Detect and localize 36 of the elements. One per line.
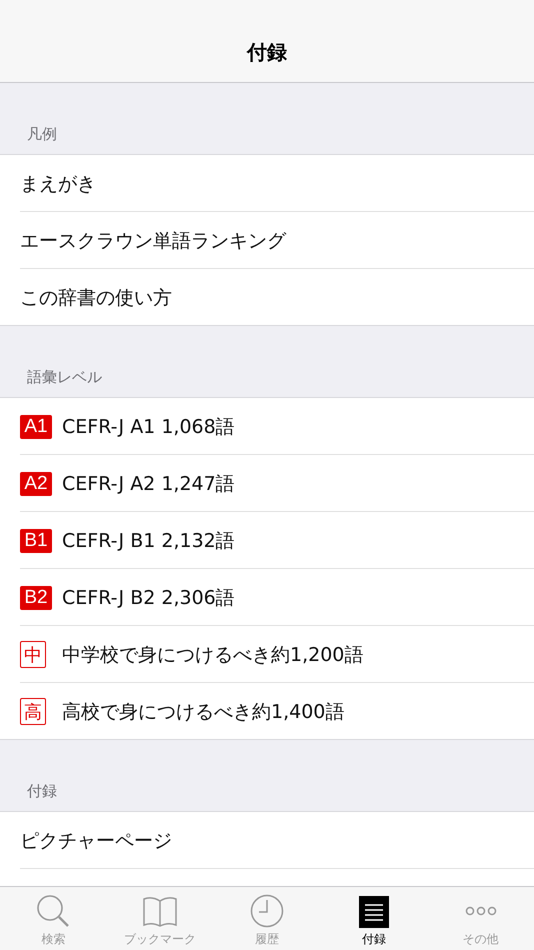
nav-title: 付録 [247,39,287,66]
row-label: 中学校で身につけるべき約1,200語 [62,642,364,668]
list-row[interactable]: A1 CEFR-J A1 1,068語 [0,398,534,455]
list-row[interactable]: まえがき [0,155,534,212]
list-row[interactable]: A2 CEFR-J A2 1,247語 [0,455,534,512]
list-icon [358,896,389,928]
section-title: 語彙レベル [27,368,102,387]
level-badge: A1 [20,414,52,438]
list-row[interactable]: 高 高校で身につけるべき約1,400語 [0,683,534,740]
level-badge: A2 [20,472,52,496]
list-row[interactable]: ピクチャーページ [0,812,534,869]
list-row[interactable]: B2 CEFR-J B2 2,306語 [0,569,534,626]
list-row[interactable]: エースクラウン単語ランキング [0,212,534,269]
tab-item[interactable]: 付録 [320,887,428,950]
level-badge: B2 [20,586,52,610]
search-icon [36,894,70,928]
level-badge: 高 [20,698,46,725]
row-label: CEFR-J B2 2,306語 [62,586,235,610]
level-badge: 中 [20,641,46,668]
section-title: 凡例 [27,125,57,144]
book-icon [142,896,178,928]
clock-icon [250,894,284,928]
row-label: CEFR-J A1 1,068語 [62,414,235,440]
row-label: CEFR-J B1 2,132語 [62,528,235,554]
section-title: 付録 [27,782,57,801]
row-label: CEFR-J A2 1,247語 [62,472,235,496]
row-label: この辞書の使い方 [20,286,172,310]
list-row[interactable]: 中 中学校で身につけるべき約1,200語 [0,626,534,683]
level-badge: B1 [20,528,52,552]
list-row[interactable]: B1 CEFR-J B1 2,132語 [0,512,534,569]
list-row[interactable]: この辞書の使い方 [0,269,534,326]
row-label: エースクラウン単語ランキング [20,228,286,254]
row-label: まえがき [20,172,96,196]
row-label: ピクチャーページ [20,828,172,854]
more-icon [464,906,497,916]
row-label: 高校で身につけるべき約1,400語 [62,700,344,724]
